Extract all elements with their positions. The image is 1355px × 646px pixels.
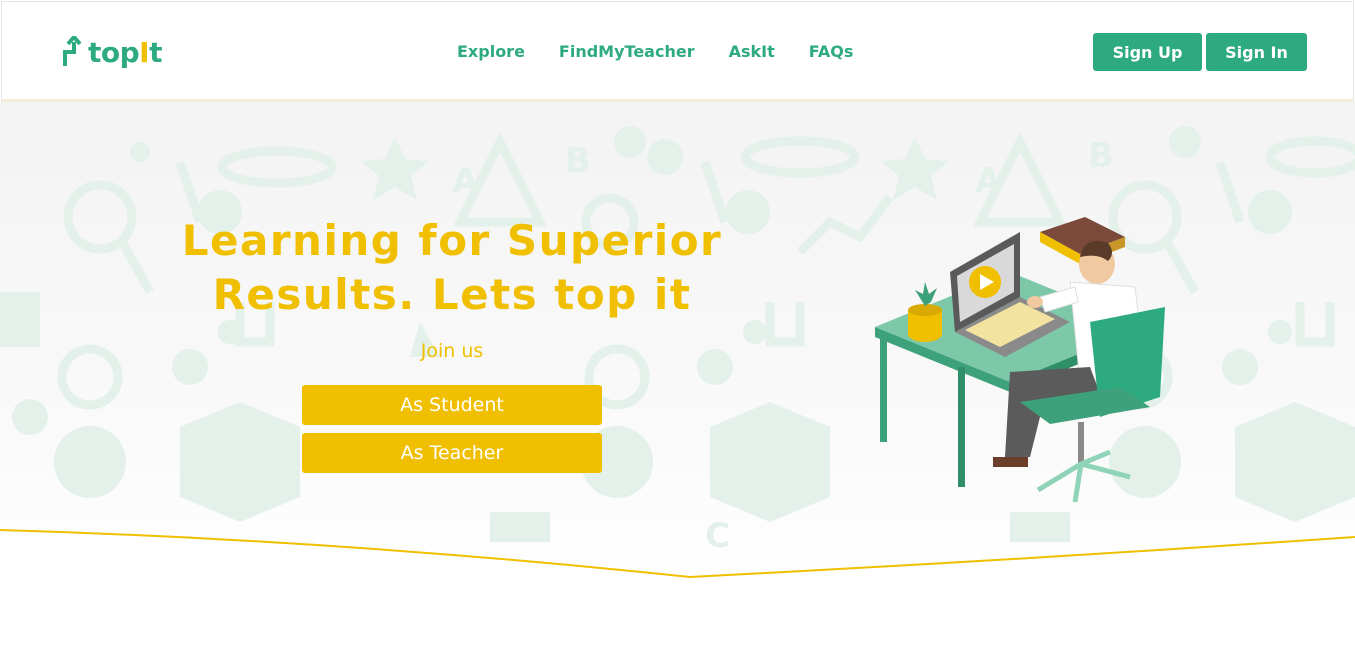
nav-faqs[interactable]: FAQs (809, 42, 854, 61)
as-teacher-button[interactable]: As Teacher (302, 433, 602, 473)
desk-learner-illustration (875, 217, 1165, 503)
join-us-label: Join us (420, 340, 484, 362)
brand-wordmark: topIt (88, 35, 162, 69)
nav-explore[interactable]: Explore (457, 42, 525, 61)
svg-text:B: B (565, 141, 591, 181)
hero-section: BA BA C Learning for Superior Results. L… (0, 102, 1355, 582)
as-student-button[interactable]: As Student (302, 385, 602, 425)
headline-line-1: Learning for Superior (181, 216, 723, 265)
nav-askit[interactable]: AskIt (729, 42, 775, 61)
hero-headline: Learning for Superior Results. Lets top … (152, 214, 752, 322)
svg-text:A: A (452, 161, 479, 201)
svg-text:A: A (975, 161, 1002, 201)
nav-findmyteacher[interactable]: FindMyTeacher (559, 42, 695, 61)
site-header: topIt Explore FindMyTeacher AskIt FAQs S… (1, 1, 1354, 102)
brand-logo[interactable]: topIt (62, 32, 162, 72)
logo-arrow-icon (63, 36, 82, 66)
main-nav: Explore FindMyTeacher AskIt FAQs (457, 42, 853, 61)
hero-wave-divider (0, 529, 1355, 590)
sign-up-button[interactable]: Sign Up (1093, 33, 1202, 71)
headline-line-2: Results. Lets top it (212, 270, 692, 319)
svg-text:B: B (1088, 136, 1114, 176)
sign-in-button[interactable]: Sign In (1206, 33, 1307, 71)
